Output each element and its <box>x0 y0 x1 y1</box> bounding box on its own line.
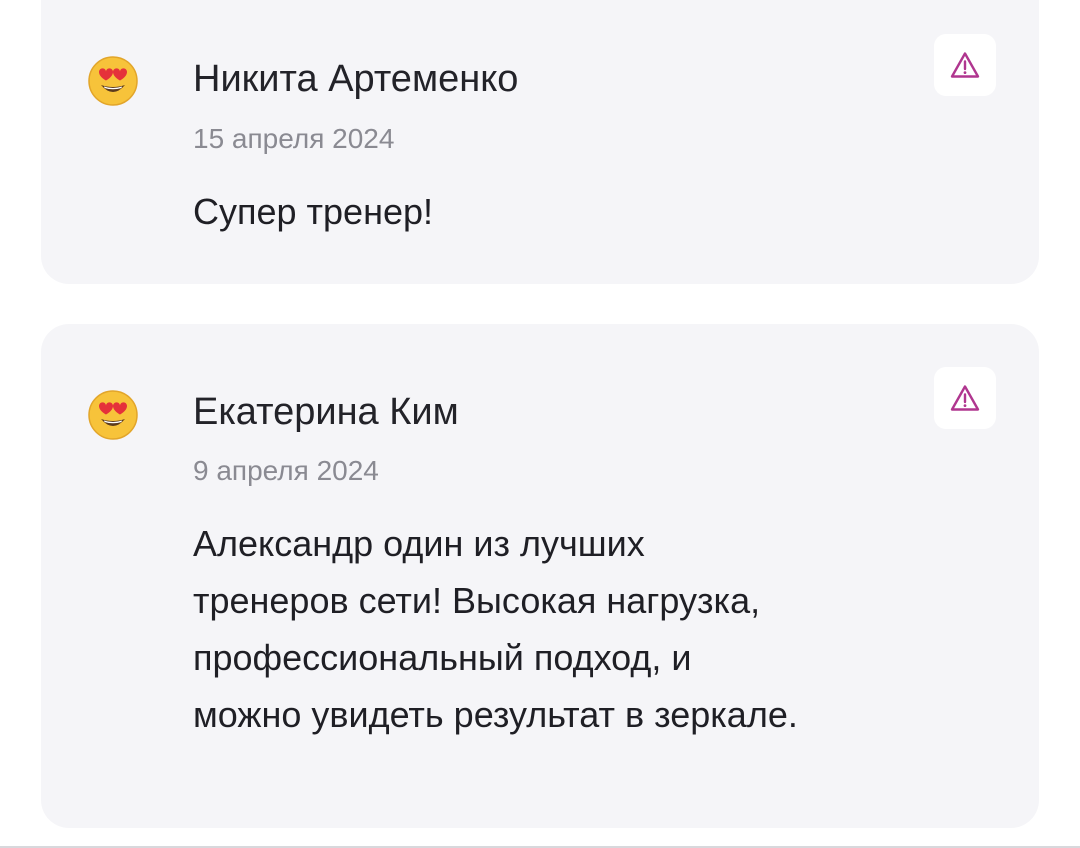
report-review-button[interactable] <box>934 34 996 96</box>
warning-triangle-icon <box>950 51 980 79</box>
reviews-page: Никита Артеменко 15 апреля 2024 Супер тр… <box>0 0 1080 848</box>
report-review-button[interactable] <box>934 367 996 429</box>
review-card: Никита Артеменко 15 апреля 2024 Супер тр… <box>41 0 1039 284</box>
warning-triangle-icon <box>950 384 980 412</box>
review-author-name: Никита Артеменко <box>193 58 519 100</box>
review-text: Александр один из лучших тренеров сети! … <box>193 523 798 735</box>
review-card: Екатерина Ким 9 апреля 2024 Александр од… <box>41 324 1039 828</box>
smiling-face-with-heart-eyes-icon <box>87 55 139 107</box>
review-text: Супер тренер! <box>193 191 433 232</box>
review-date: 15 апреля 2024 <box>193 123 395 154</box>
smiling-face-with-heart-eyes-icon <box>87 389 139 441</box>
review-author-name: Екатерина Ким <box>193 391 459 433</box>
review-date: 9 апреля 2024 <box>193 455 379 486</box>
